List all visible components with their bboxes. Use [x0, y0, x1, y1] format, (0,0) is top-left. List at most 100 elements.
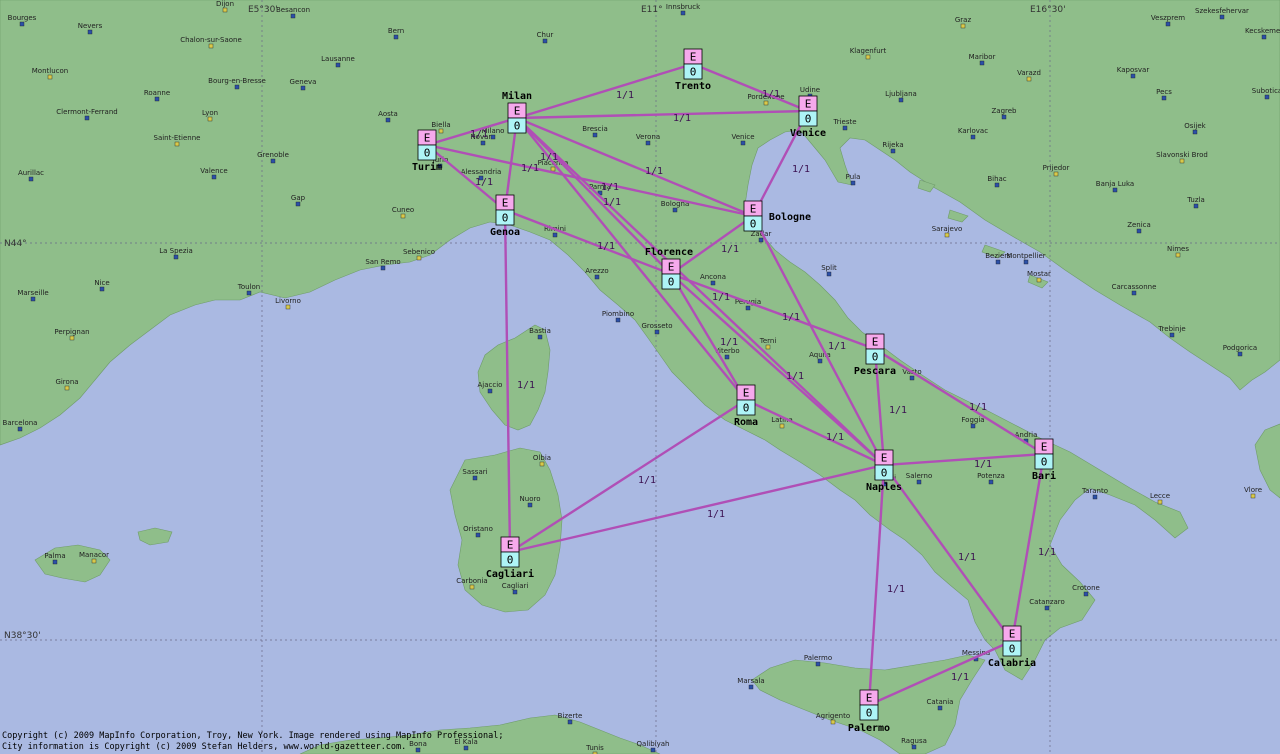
city-label: Qalibiyah [637, 740, 670, 748]
city-label: Bourg-en-Bresse [208, 77, 266, 85]
coord-top-right: E16°30' [1030, 5, 1066, 15]
city-marker [1026, 76, 1032, 82]
city-label: Bastia [529, 327, 551, 335]
city-label: Nice [94, 279, 109, 287]
link-ratio-label: 1/1 [828, 341, 846, 352]
link-ratio-label: 1/1 [601, 182, 619, 193]
city-marker [174, 141, 180, 147]
city-label: Zenica [1127, 221, 1151, 229]
city-marker [960, 23, 966, 29]
city-marker [222, 7, 228, 13]
city-marker [300, 85, 306, 91]
city-marker [1130, 73, 1136, 79]
city-marker [826, 271, 832, 277]
copyright-line-2: City information is Copyright (c) 2009 S… [2, 742, 406, 752]
city-marker [52, 559, 58, 565]
city-marker [994, 182, 1000, 188]
city-label: Zagreb [991, 107, 1017, 115]
city-label: Nevers [78, 22, 103, 30]
city-label: Osijek [1184, 122, 1206, 130]
city-label: Split [821, 264, 837, 272]
city-label: Bizerte [558, 712, 583, 720]
city-label: Kaposvar [1117, 66, 1150, 74]
city-label: Aurillac [18, 169, 44, 177]
city-label: La Spezia [159, 247, 193, 255]
city-label: Ragusa [901, 737, 927, 745]
city-label: Maribor [969, 53, 996, 61]
city-marker [944, 232, 950, 238]
city-label: Agrigento [816, 712, 850, 720]
city-label: Foggia [961, 416, 984, 424]
node-name: Turim [412, 161, 442, 173]
city-marker [295, 201, 301, 207]
city-marker [400, 213, 406, 219]
node-label-bottom: 0 [424, 147, 431, 160]
node-name: Bari [1032, 470, 1056, 482]
node-name: Bologne [769, 212, 811, 223]
node-label-bottom: 0 [1009, 643, 1016, 656]
city-label: Trebinje [1157, 325, 1185, 333]
link-ratio-label: 1/1 [616, 90, 634, 101]
city-label: Bona [409, 740, 427, 748]
city-label: Lausanne [321, 55, 355, 63]
city-marker [1112, 187, 1118, 193]
city-label: Potenza [977, 472, 1005, 480]
city-marker [246, 290, 252, 296]
city-marker [654, 329, 660, 335]
city-label: Marseille [17, 289, 48, 297]
city-label: Trieste [832, 118, 856, 126]
city-marker [594, 274, 600, 280]
city-marker [173, 254, 179, 260]
city-marker [865, 54, 871, 60]
city-marker [475, 532, 481, 538]
city-marker [1036, 277, 1042, 283]
city-label: Toulon [237, 283, 260, 291]
node-name: Roma [734, 417, 758, 428]
node-label-top: E [502, 197, 509, 210]
city-marker [911, 744, 917, 750]
city-label: Crotone [1072, 584, 1100, 592]
city-label: Carcassonne [1112, 283, 1157, 291]
link-ratio-label: 1/1 [673, 113, 691, 124]
link-ratio-label: 1/1 [1038, 547, 1056, 558]
city-marker [1264, 94, 1270, 100]
city-marker [1165, 21, 1171, 27]
node-label-bottom: 0 [750, 218, 757, 231]
city-marker [1023, 259, 1029, 265]
city-marker [512, 589, 518, 595]
city-marker [779, 423, 785, 429]
link-ratio-label: 1/1 [521, 163, 539, 174]
node-label-top: E [668, 261, 675, 274]
node-label-top: E [805, 98, 812, 111]
node-name: Genoa [490, 227, 520, 238]
city-marker [207, 116, 213, 122]
node-name: Trento [675, 81, 711, 92]
city-marker [17, 426, 23, 432]
node-label-top: E [424, 132, 431, 145]
city-label: Sassari [462, 468, 487, 476]
city-marker [335, 62, 341, 68]
node-label-bottom: 0 [743, 402, 750, 415]
city-marker [1175, 252, 1181, 258]
city-label: Palma [44, 552, 65, 560]
city-label: Girona [55, 378, 78, 386]
link-ratio-label: 1/1 [475, 177, 493, 188]
city-marker [1261, 34, 1267, 40]
city-marker [285, 304, 291, 310]
node-label-bottom: 0 [805, 113, 812, 126]
city-marker [415, 747, 421, 753]
city-label: Beziers [985, 252, 1011, 260]
city-label: Cuneo [392, 206, 414, 214]
node-roma[interactable]: E 0 Roma [734, 384, 758, 428]
city-marker [995, 259, 1001, 265]
node-bari[interactable]: E 0Bari [1032, 438, 1056, 482]
city-marker [47, 74, 53, 80]
node-label-top: E [1041, 441, 1048, 454]
city-marker [567, 719, 573, 725]
city-marker [1192, 129, 1198, 135]
link-ratio-label: 1/1 [645, 166, 663, 177]
link-ratio-label: 1/1 [969, 402, 987, 413]
city-label: Terni [759, 337, 777, 345]
city-label: Banja Luka [1096, 180, 1134, 188]
city-label: Barcelona [3, 419, 38, 427]
